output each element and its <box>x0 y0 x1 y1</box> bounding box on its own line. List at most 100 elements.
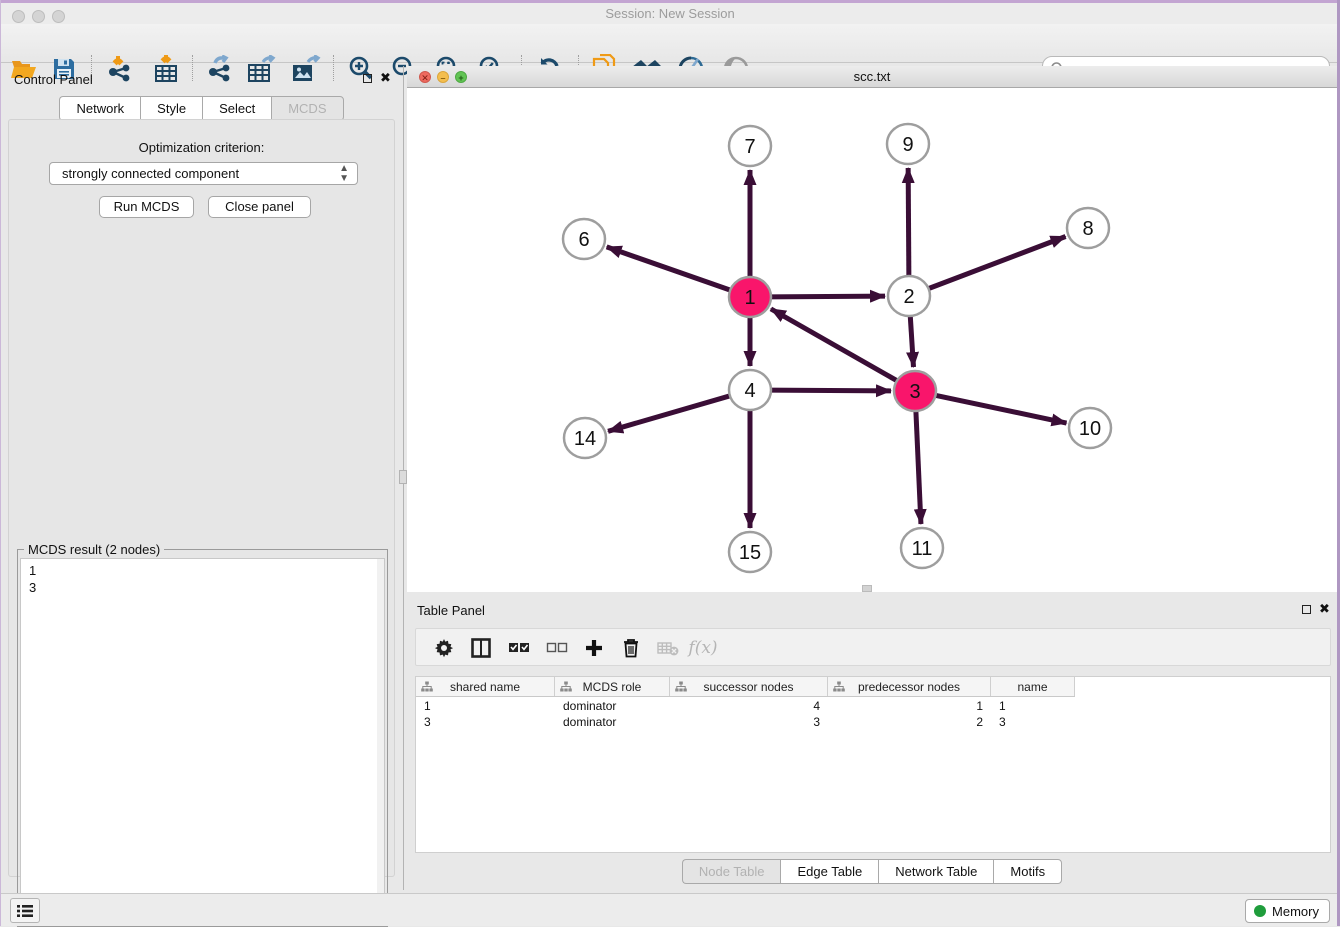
deselect-all-icon[interactable] <box>542 633 572 663</box>
control-panel-header: Control Panel ✖ <box>4 66 399 92</box>
control-tab-style[interactable]: Style <box>140 96 202 121</box>
application-window: Session: New Session <box>0 0 1340 926</box>
node-label-7: 7 <box>744 136 755 158</box>
cell-predecessor-nodes[interactable]: 2 <box>828 714 991 730</box>
cell-shared-name[interactable]: 1 <box>416 698 555 714</box>
table-panel: Table Panel ✖ <box>407 597 1337 890</box>
table-row[interactable]: 3dominator323 <box>416 714 1075 730</box>
table-panel-tabs: Node TableEdge TableNetwork TableMotifs <box>407 859 1337 884</box>
select-all-icon[interactable] <box>504 633 534 663</box>
mcds-result-item: 3 <box>29 579 376 596</box>
edge-1-6[interactable] <box>607 247 732 291</box>
network-window-titlebar: ✕ – + scc.txt <box>407 66 1337 88</box>
node-label-8: 8 <box>1082 218 1093 240</box>
control-tab-network[interactable]: Network <box>59 96 140 121</box>
show-columns-icon[interactable] <box>466 633 496 663</box>
cell-MCDS-role[interactable]: dominator <box>555 698 670 714</box>
control-panel-title: Control Panel <box>14 72 93 87</box>
window-accent-top <box>0 0 1340 3</box>
memory-button[interactable]: Memory <box>1245 899 1330 923</box>
cell-name[interactable]: 3 <box>991 714 1075 730</box>
edge-3-1[interactable] <box>771 309 899 382</box>
delete-row-icon[interactable] <box>616 633 646 663</box>
column-header-label: predecessor nodes <box>858 680 960 694</box>
column-header-successor-nodes[interactable]: successor nodes <box>670 677 828 696</box>
column-header-MCDS-role[interactable]: MCDS role <box>555 677 670 696</box>
node-label-10: 10 <box>1079 418 1101 440</box>
table-tab-node-table[interactable]: Node Table <box>682 859 781 884</box>
optimization-criterion-value: strongly connected component <box>62 166 239 181</box>
network-window: ✕ – + scc.txt 7968124314101511 <box>407 66 1337 592</box>
run-mcds-button[interactable]: Run MCDS <box>99 196 194 218</box>
node-label-6: 6 <box>578 229 589 251</box>
cell-successor-nodes[interactable]: 3 <box>670 714 828 730</box>
edge-3-11[interactable] <box>916 410 921 524</box>
optimization-criterion-select[interactable]: strongly connected component ▲▼ <box>49 162 358 185</box>
mcds-result-scrollbar[interactable] <box>377 559 384 923</box>
edge-2-8[interactable] <box>927 237 1066 290</box>
function-builder-icon: f(x) <box>688 633 718 663</box>
column-header-name[interactable]: name <box>991 677 1075 696</box>
session-title: Session: New Session <box>0 6 1340 21</box>
cell-successor-nodes[interactable]: 4 <box>670 698 828 714</box>
cell-MCDS-role[interactable]: dominator <box>555 714 670 730</box>
network-graph: 7968124314101511 <box>407 88 1337 592</box>
table-toolbar: f(x) <box>415 628 1331 666</box>
network-title: scc.txt <box>407 69 1337 84</box>
column-header-predecessor-nodes[interactable]: predecessor nodes <box>828 677 991 696</box>
close-table-panel-icon[interactable]: ✖ <box>1319 601 1330 617</box>
network-canvas[interactable]: 7968124314101511 <box>407 88 1337 592</box>
table-row[interactable]: 1dominator411 <box>416 698 1075 714</box>
close-panel-icon[interactable]: ✖ <box>380 70 391 86</box>
node-table-header: shared name MCDS role successor nodes prede… <box>416 677 1075 697</box>
mcds-result-group: MCDS result (2 nodes) 13 <box>17 549 388 927</box>
mcds-result-list[interactable]: 13 <box>20 558 385 924</box>
table-panel-title: Table Panel <box>417 603 485 618</box>
node-label-11: 11 <box>912 538 933 560</box>
hierarchy-icon <box>833 681 845 693</box>
table-tab-edge-table[interactable]: Edge Table <box>780 859 878 884</box>
mcds-result-item: 1 <box>29 562 376 579</box>
hierarchy-icon <box>421 681 433 693</box>
column-header-label: successor nodes <box>703 680 793 694</box>
control-tab-select[interactable]: Select <box>202 96 271 121</box>
table-tab-network-table[interactable]: Network Table <box>878 859 993 884</box>
control-tab-mcds[interactable]: MCDS <box>271 96 343 121</box>
column-header-label: shared name <box>450 680 520 694</box>
node-label-15: 15 <box>739 542 761 564</box>
delete-column-disabled-icon <box>653 633 683 663</box>
edge-4-3[interactable] <box>769 390 891 391</box>
column-header-label: name <box>1017 680 1047 694</box>
chevron-up-down-icon: ▲▼ <box>339 164 349 184</box>
edge-4-14[interactable] <box>608 395 732 431</box>
main-toolbar <box>0 24 1340 63</box>
float-table-panel-icon[interactable] <box>1302 605 1311 614</box>
task-history-button[interactable] <box>10 898 40 923</box>
node-label-1: 1 <box>744 287 755 309</box>
table-settings-icon[interactable] <box>429 633 459 663</box>
table-panel-header: Table Panel ✖ <box>407 597 1337 623</box>
node-label-2: 2 <box>903 286 914 308</box>
edge-2-9[interactable] <box>908 168 909 277</box>
edge-1-2[interactable] <box>769 296 885 297</box>
vertical-splitter-handle[interactable] <box>399 470 407 484</box>
close-panel-button[interactable]: Close panel <box>208 196 311 218</box>
mcds-result-title: MCDS result (2 nodes) <box>24 542 164 557</box>
column-header-shared-name[interactable]: shared name <box>416 677 555 696</box>
network-splitter-handle[interactable] <box>862 585 872 592</box>
edge-3-10[interactable] <box>934 395 1067 423</box>
memory-status-icon <box>1254 905 1266 917</box>
edge-2-3[interactable] <box>910 315 913 367</box>
table-tab-motifs[interactable]: Motifs <box>993 859 1062 884</box>
cell-name[interactable]: 1 <box>991 698 1075 714</box>
window-accent-left <box>0 0 1 926</box>
cell-predecessor-nodes[interactable]: 1 <box>828 698 991 714</box>
control-panel-tabs: NetworkStyleSelectMCDS <box>4 96 399 121</box>
add-row-icon[interactable] <box>579 633 609 663</box>
cell-shared-name[interactable]: 3 <box>416 714 555 730</box>
column-header-label: MCDS role <box>583 680 642 694</box>
node-table[interactable]: shared name MCDS role successor nodes prede… <box>415 676 1331 853</box>
float-panel-icon[interactable] <box>363 74 372 83</box>
titlebar: Session: New Session <box>0 3 1340 24</box>
fx-label: f(x) <box>688 638 717 658</box>
